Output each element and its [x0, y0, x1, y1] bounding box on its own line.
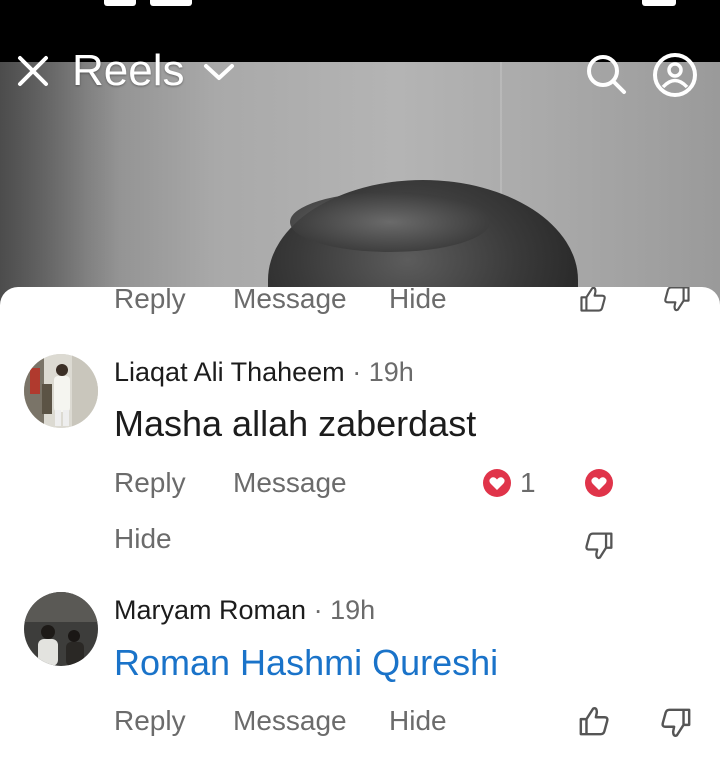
love-reaction-icon: [482, 468, 512, 498]
reel-video[interactable]: [0, 62, 720, 322]
dislike-icon[interactable]: [584, 531, 614, 561]
reply-button[interactable]: Reply: [114, 705, 186, 737]
hide-button[interactable]: Hide: [389, 705, 447, 737]
comment-author[interactable]: Maryam Roman · 19h: [114, 594, 375, 626]
hide-button[interactable]: Hide: [114, 523, 172, 555]
like-icon[interactable]: [578, 705, 610, 737]
hide-button[interactable]: Hide: [389, 287, 447, 315]
love-reaction-icon[interactable]: [584, 468, 614, 498]
like-icon[interactable]: [576, 287, 610, 313]
reply-button[interactable]: Reply: [114, 287, 186, 315]
message-button[interactable]: Message: [233, 705, 347, 737]
status-icon: [150, 0, 192, 6]
comments-sheet: Reply Message Hide Liaqat Ali Thaheem · …: [0, 287, 720, 762]
page-title[interactable]: Reels: [72, 46, 185, 96]
separator: ·: [352, 357, 362, 387]
author-name[interactable]: Maryam Roman: [114, 595, 306, 625]
author-name[interactable]: Liaqat Ali Thaheem: [114, 357, 345, 387]
dislike-icon[interactable]: [660, 287, 694, 313]
comment-time: 19h: [368, 357, 414, 387]
battery-icon: [642, 0, 676, 6]
video-subject-hair-highlight: [290, 192, 490, 252]
reels-topbar: Reels: [0, 40, 720, 100]
avatar[interactable]: [24, 592, 98, 666]
avatar[interactable]: [24, 354, 98, 428]
video-shadow: [0, 62, 120, 322]
dislike-icon[interactable]: [660, 707, 692, 739]
comment-time: 19h: [330, 595, 376, 625]
separator: ·: [313, 595, 323, 625]
chevron-down-icon[interactable]: [202, 60, 236, 84]
close-icon[interactable]: [16, 54, 50, 88]
search-icon[interactable]: [584, 52, 628, 96]
reaction-count[interactable]: 1: [520, 467, 536, 499]
comment-text: Masha allah zaberdast: [114, 403, 477, 444]
message-button[interactable]: Message: [233, 467, 347, 499]
status-icon: [104, 0, 136, 6]
reply-button[interactable]: Reply: [114, 467, 186, 499]
profile-icon[interactable]: [652, 52, 698, 98]
tagged-user-link[interactable]: Roman Hashmi Qureshi: [114, 642, 498, 684]
comment-author[interactable]: Liaqat Ali Thaheem · 19h: [114, 356, 414, 388]
message-button[interactable]: Message: [233, 287, 347, 315]
